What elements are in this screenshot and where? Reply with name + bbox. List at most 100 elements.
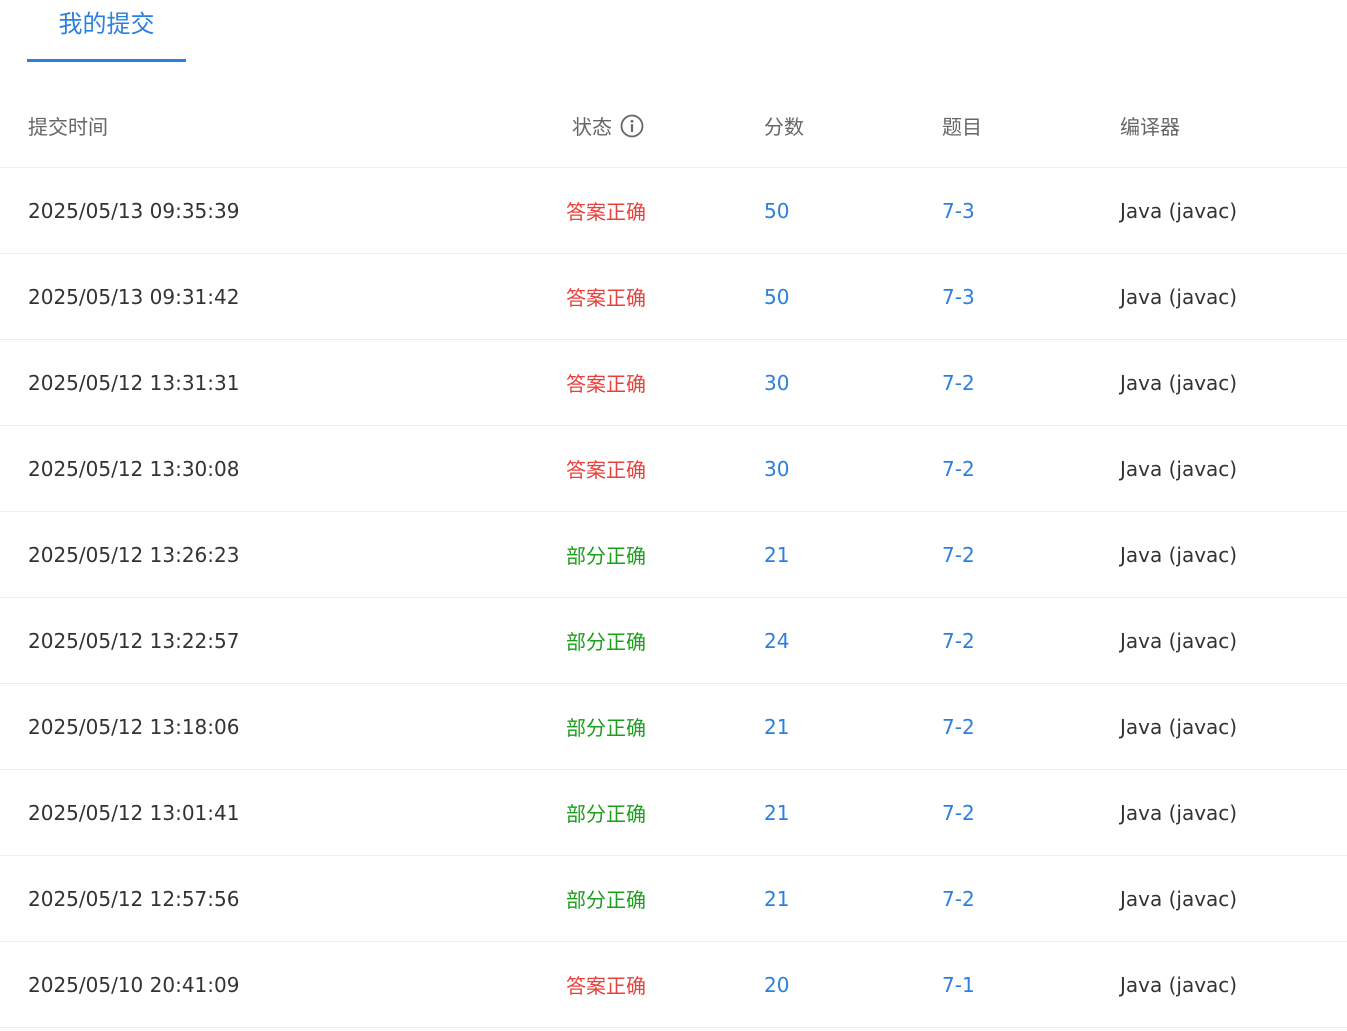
score-cell: 50 (764, 167, 942, 254)
problem-link[interactable]: 7-3 (942, 199, 975, 223)
score-link[interactable]: 21 (764, 801, 789, 825)
score-cell: 30 (764, 425, 942, 512)
submit-time-cell: 2025/05/12 13:01:41 (0, 769, 566, 856)
score-cell: 50 (764, 253, 942, 340)
status-cell: 部分正确 (566, 597, 764, 684)
problem-link[interactable]: 7-3 (942, 285, 975, 309)
problem-link[interactable]: 7-2 (942, 887, 975, 911)
status-label: 部分正确 (566, 716, 646, 740)
score-link[interactable]: 21 (764, 887, 789, 911)
score-cell: 21 (764, 683, 942, 770)
header-status: 状态 (572, 115, 612, 139)
header-compiler: 编译器 (1120, 84, 1347, 168)
problem-cell: 7-3 (942, 253, 1120, 340)
submit-time-cell: 2025/05/12 13:26:23 (0, 511, 566, 598)
problem-cell: 7-2 (942, 511, 1120, 598)
score-cell: 21 (764, 855, 942, 942)
status-cell: 答案正确 (566, 425, 764, 512)
table-row[interactable]: 2025/05/12 13:18:06 部分正确 21 7-2 Java (javac) (0, 683, 1347, 770)
table-row[interactable]: 2025/05/12 13:31:31 答案正确 30 7-2 Java (javac) (0, 339, 1347, 426)
submit-time-cell: 2025/05/13 09:35:39 (0, 167, 566, 254)
problem-cell: 7-2 (942, 339, 1120, 426)
compiler-cell: Java (javac) (1120, 941, 1347, 1028)
score-cell: 21 (764, 769, 942, 856)
submissions-table: 提交时间 状态 分数 题目 编译器 2025/05/13 09:35:39 答案… (0, 84, 1347, 1028)
table-row[interactable]: 2025/05/12 13:30:08 答案正确 30 7-2 Java (javac) (0, 425, 1347, 512)
submit-time-cell: 2025/05/12 13:18:06 (0, 683, 566, 770)
problem-link[interactable]: 7-2 (942, 801, 975, 825)
submit-time-cell: 2025/05/12 13:30:08 (0, 425, 566, 512)
compiler-cell: Java (javac) (1120, 683, 1347, 770)
problem-cell: 7-2 (942, 425, 1120, 512)
compiler-cell: Java (javac) (1120, 855, 1347, 942)
table-row[interactable]: 2025/05/13 09:35:39 答案正确 50 7-3 Java (javac) (0, 167, 1347, 254)
score-cell: 21 (764, 511, 942, 598)
problem-cell: 7-2 (942, 597, 1120, 684)
status-label: 部分正确 (566, 630, 646, 654)
problem-link[interactable]: 7-2 (942, 371, 975, 395)
compiler-cell: Java (javac) (1120, 511, 1347, 598)
status-label: 部分正确 (566, 802, 646, 826)
compiler-cell: Java (javac) (1120, 339, 1347, 426)
score-link[interactable]: 21 (764, 715, 789, 739)
problem-cell: 7-2 (942, 769, 1120, 856)
submit-time-cell: 2025/05/12 12:57:56 (0, 855, 566, 942)
compiler-cell: Java (javac) (1120, 167, 1347, 254)
status-label: 部分正确 (566, 888, 646, 912)
table-row[interactable]: 2025/05/12 12:57:56 部分正确 21 7-2 Java (javac) (0, 855, 1347, 942)
problem-link[interactable]: 7-2 (942, 629, 975, 653)
table-header-row: 提交时间 状态 分数 题目 编译器 (0, 84, 1347, 168)
status-label: 部分正确 (566, 544, 646, 568)
status-cell: 部分正确 (566, 855, 764, 942)
status-label: 答案正确 (566, 286, 646, 310)
status-label: 答案正确 (566, 458, 646, 482)
compiler-cell: Java (javac) (1120, 253, 1347, 340)
compiler-cell: Java (javac) (1120, 597, 1347, 684)
problem-link[interactable]: 7-2 (942, 543, 975, 567)
submit-time-cell: 2025/05/12 13:22:57 (0, 597, 566, 684)
table-row[interactable]: 2025/05/10 20:41:09 答案正确 20 7-1 Java (javac) (0, 941, 1347, 1028)
status-cell: 部分正确 (566, 683, 764, 770)
score-link[interactable]: 30 (764, 457, 789, 481)
table-row[interactable]: 2025/05/12 13:01:41 部分正确 21 7-2 Java (javac) (0, 769, 1347, 856)
status-cell: 答案正确 (566, 253, 764, 340)
score-link[interactable]: 24 (764, 629, 789, 653)
problem-link[interactable]: 7-2 (942, 715, 975, 739)
score-link[interactable]: 30 (764, 371, 789, 395)
problem-cell: 7-2 (942, 683, 1120, 770)
header-problem: 题目 (942, 84, 1120, 168)
score-link[interactable]: 50 (764, 285, 789, 309)
submit-time-cell: 2025/05/12 13:31:31 (0, 339, 566, 426)
table-row[interactable]: 2025/05/12 13:26:23 部分正确 21 7-2 Java (javac) (0, 511, 1347, 598)
compiler-cell: Java (javac) (1120, 769, 1347, 856)
problem-link[interactable]: 7-2 (942, 457, 975, 481)
status-label: 答案正确 (566, 372, 646, 396)
score-cell: 20 (764, 941, 942, 1028)
score-cell: 30 (764, 339, 942, 426)
score-link[interactable]: 50 (764, 199, 789, 223)
score-cell: 24 (764, 597, 942, 684)
status-cell: 部分正确 (566, 769, 764, 856)
header-submit-time: 提交时间 (0, 84, 566, 168)
problem-cell: 7-1 (942, 941, 1120, 1028)
status-cell: 答案正确 (566, 339, 764, 426)
table-row[interactable]: 2025/05/12 13:22:57 部分正确 24 7-2 Java (javac) (0, 597, 1347, 684)
header-score: 分数 (764, 84, 942, 168)
tab-bar: 我的提交 (0, 0, 1347, 62)
table-row[interactable]: 2025/05/13 09:31:42 答案正确 50 7-3 Java (javac) (0, 253, 1347, 340)
status-cell: 部分正确 (566, 511, 764, 598)
problem-link[interactable]: 7-1 (942, 973, 975, 997)
compiler-cell: Java (javac) (1120, 425, 1347, 512)
info-circle-icon[interactable] (620, 114, 644, 138)
submit-time-cell: 2025/05/13 09:31:42 (0, 253, 566, 340)
tab-my-submissions[interactable]: 我的提交 (27, 0, 186, 62)
status-cell: 答案正确 (566, 167, 764, 254)
status-label: 答案正确 (566, 974, 646, 998)
score-link[interactable]: 21 (764, 543, 789, 567)
problem-cell: 7-2 (942, 855, 1120, 942)
status-label: 答案正确 (566, 200, 646, 224)
score-link[interactable]: 20 (764, 973, 789, 997)
header-status-cell: 状态 (566, 84, 764, 168)
status-cell: 答案正确 (566, 941, 764, 1028)
submit-time-cell: 2025/05/10 20:41:09 (0, 941, 566, 1028)
